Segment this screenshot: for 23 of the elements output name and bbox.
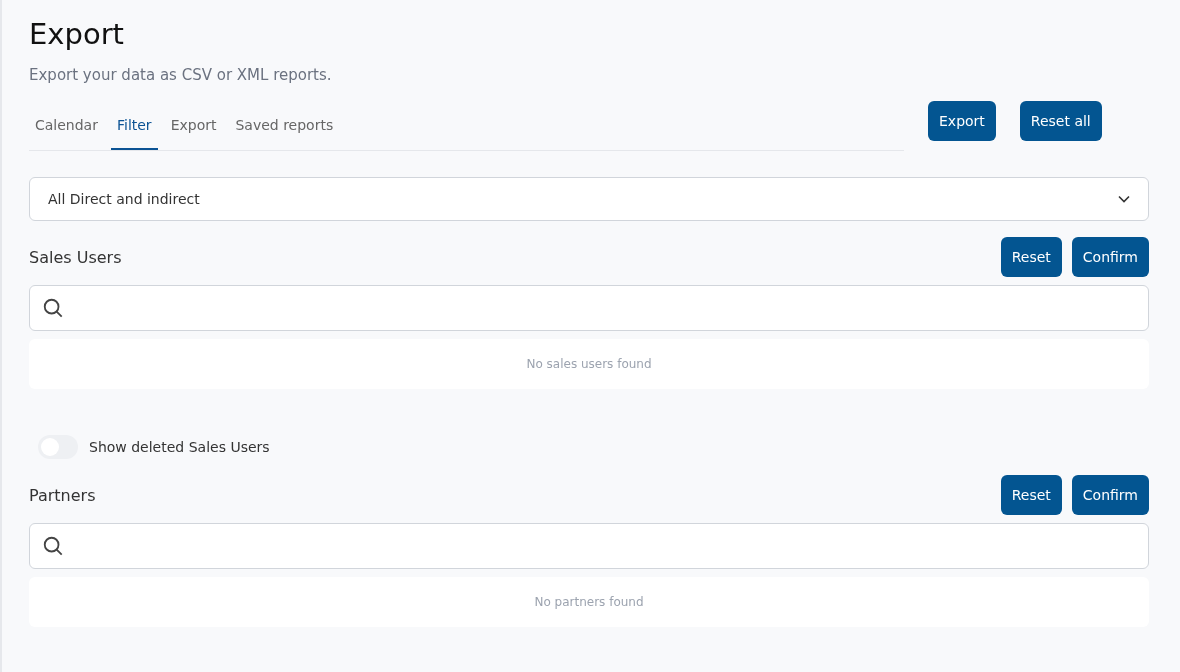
reset-button[interactable]: Reset xyxy=(1000,475,1062,515)
page-title: Export xyxy=(29,16,125,53)
reset-button[interactable]: Reset xyxy=(1000,237,1062,277)
chevron-down-icon xyxy=(1118,195,1130,203)
toggle-label: Show deleted Sales Users xyxy=(89,439,270,455)
search-icon xyxy=(42,535,64,557)
reset-all-button[interactable]: Reset all xyxy=(1019,101,1102,141)
search-icon xyxy=(42,297,64,319)
section-title: Sales Users xyxy=(29,247,122,267)
empty-message: No partners found xyxy=(534,595,644,609)
search-field[interactable] xyxy=(29,285,1149,331)
tab[interactable]: Filter xyxy=(110,108,158,150)
search-field[interactable] xyxy=(29,523,1149,569)
confirm-button[interactable]: Confirm xyxy=(1071,237,1149,277)
type-dropdown[interactable]: All Direct and indirect xyxy=(29,177,1149,221)
empty-message: No sales users found xyxy=(526,357,652,371)
export-button[interactable]: Export xyxy=(928,101,996,141)
section-title: Partners xyxy=(29,485,96,505)
page-subtitle: Export your data as CSV or XML reports. xyxy=(29,65,333,86)
tab[interactable]: Saved reports xyxy=(229,108,340,150)
tab[interactable]: Calendar xyxy=(29,108,104,150)
confirm-button[interactable]: Confirm xyxy=(1071,475,1149,515)
tab[interactable]: Export xyxy=(164,108,223,150)
